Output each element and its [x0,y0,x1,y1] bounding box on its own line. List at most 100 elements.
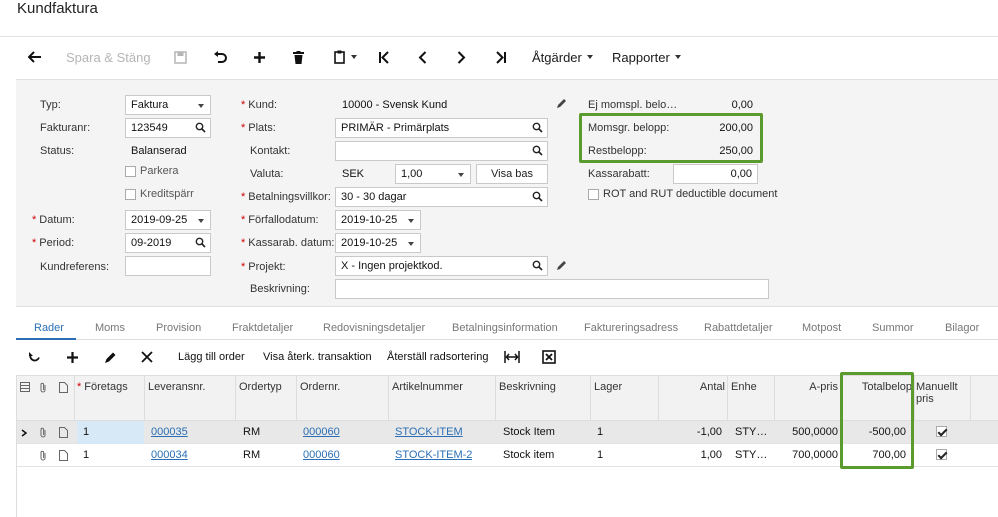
customer-value[interactable]: 10000 - Svensk Kund [342,99,447,111]
non-taxable-label: Ej momspl. belo… [588,99,678,111]
taxable-label: Momsgr. belopp: [588,122,670,134]
discount-date-label: * Kassarab. datum: [241,237,335,249]
hold-checkbox[interactable] [125,166,136,177]
date-input[interactable]: 2019-09-25 [125,210,211,230]
chevron-down-icon [198,219,204,223]
tab-totals[interactable]: Summor [872,322,914,334]
period-input[interactable]: 09-2019 [125,233,211,253]
save-close-button[interactable]: Spara & Stäng [66,47,151,67]
cash-discount-input[interactable]: 0,00 [673,164,758,184]
reset-sort-button[interactable]: Återställ radsortering [387,349,489,365]
col-order-nr[interactable]: Ordernr. [300,381,385,393]
next-record-icon[interactable] [453,47,469,67]
note-icon [59,382,68,393]
table-row[interactable]: 1 000034 RM 000060 STOCK-ITEM-2 Stock it… [17,444,998,467]
project-input[interactable]: X - Ingen projektkod. [335,256,548,276]
date-label: * Datum: [32,214,75,226]
col-warehouse[interactable]: Lager [594,381,654,393]
first-record-icon[interactable] [376,47,392,67]
cell-item-link[interactable]: STOCK-ITEM-2 [395,449,472,461]
tab-commission[interactable]: Provision [156,322,201,334]
discount-date-input[interactable]: 2019-10-25 [335,233,421,253]
tab-discounts[interactable]: Rabattdetaljer [704,322,773,334]
col-manual-price[interactable]: Manuellt pris [916,381,960,405]
row-selector-arrow-icon [21,429,27,437]
edit-pencil-icon[interactable] [556,260,567,271]
reports-menu[interactable]: Rapporter [612,47,681,67]
customer-label: * Kund: [241,99,278,111]
export-excel-icon[interactable] [542,349,556,365]
terms-input[interactable]: 30 - 30 dagar [335,187,548,207]
delete-icon[interactable] [290,47,306,67]
save-icon[interactable] [172,47,188,67]
grid-toolbar: Lägg till order Visa återk. transaktion … [16,342,998,372]
col-total[interactable]: Totalbelop [846,381,912,393]
cell-shipment-link[interactable]: 000034 [151,449,188,461]
type-select[interactable]: Faktura [125,95,211,115]
grid-settings-icon[interactable] [20,382,30,392]
attachment-icon[interactable] [39,450,47,461]
tab-lines[interactable]: Rader [34,322,64,334]
view-reversing-button[interactable]: Visa återk. transaktion [263,349,372,365]
manual-price-checkbox[interactable] [936,449,947,460]
customer-ref-input[interactable] [125,256,211,276]
cell-item-link[interactable]: STOCK-ITEM [395,426,463,438]
tab-billing-address[interactable]: Faktureringsadress [584,322,678,334]
active-tab-indicator [16,338,76,340]
edit-pencil-icon[interactable] [556,98,567,109]
tab-tax[interactable]: Moms [95,322,125,334]
attachment-icon[interactable] [39,427,47,438]
currency-value[interactable]: SEK [342,168,364,180]
last-record-icon[interactable] [493,47,509,67]
location-input[interactable]: PRIMÄR - Primärplats [335,118,548,138]
col-order-type[interactable]: Ordertyp [239,381,294,393]
col-uom[interactable]: Enhe [731,381,771,393]
col-shipment[interactable]: Leveransnr. [148,381,233,393]
tab-payment[interactable]: Betalningsinformation [452,322,558,334]
add-icon[interactable] [251,47,267,67]
cell-order-type: RM [243,449,261,461]
contact-input[interactable] [335,141,548,161]
previous-record-icon[interactable] [414,47,430,67]
customer-ref-label: Kundreferens: [40,261,110,273]
tab-accounting[interactable]: Redovisningsdetaljer [323,322,425,334]
chevron-down-icon [458,173,464,177]
note-icon[interactable] [59,450,68,461]
undo-icon[interactable] [212,47,228,67]
invoice-nr-input[interactable]: 123549 [125,118,211,138]
rate-select[interactable]: 1,00 [395,164,471,184]
manual-price-checkbox[interactable] [936,426,947,437]
tab-attachments[interactable]: Bilagor [945,322,979,334]
tab-offset[interactable]: Motpost [802,322,841,334]
edit-row-icon[interactable] [104,349,117,365]
location-label: * Plats: [241,122,276,134]
description-input[interactable] [335,279,769,299]
cell-order-nr-link[interactable]: 000060 [303,449,340,461]
note-icon[interactable] [59,427,68,438]
add-order-button[interactable]: Lägg till order [178,349,245,365]
col-item[interactable]: Artikelnummer [392,381,492,393]
clipboard-icon[interactable] [332,47,358,67]
col-description[interactable]: Beskrivning [499,381,589,393]
view-base-button[interactable]: Visa bas [476,164,548,184]
add-row-icon[interactable] [66,349,79,365]
delete-row-icon[interactable] [141,349,153,365]
tab-freight[interactable]: Fraktdetaljer [232,322,293,334]
col-unit-price[interactable]: A-pris [778,381,838,393]
rot-rut-checkbox[interactable] [588,189,599,200]
fit-columns-icon[interactable] [504,349,520,365]
cell-description: Stock item [503,449,555,461]
actions-menu[interactable]: Åtgärder [532,47,593,67]
cell-qty: -1,00 [696,426,722,438]
due-date-input[interactable]: 2019-10-25 [335,210,421,230]
cell-shipment-link[interactable]: 000035 [151,426,188,438]
back-arrow-icon[interactable] [26,47,44,67]
credit-hold-checkbox[interactable] [125,189,136,200]
cell-branch[interactable]: 1 [83,449,89,461]
refresh-icon[interactable] [28,349,41,365]
table-row[interactable]: 1 000035 RM 000060 STOCK-ITEM Stock Item… [17,421,998,444]
cell-branch[interactable]: 1 [83,426,89,438]
col-branch[interactable]: * Företags [77,381,128,393]
col-qty[interactable]: Antal [662,381,725,393]
cell-order-nr-link[interactable]: 000060 [303,426,340,438]
